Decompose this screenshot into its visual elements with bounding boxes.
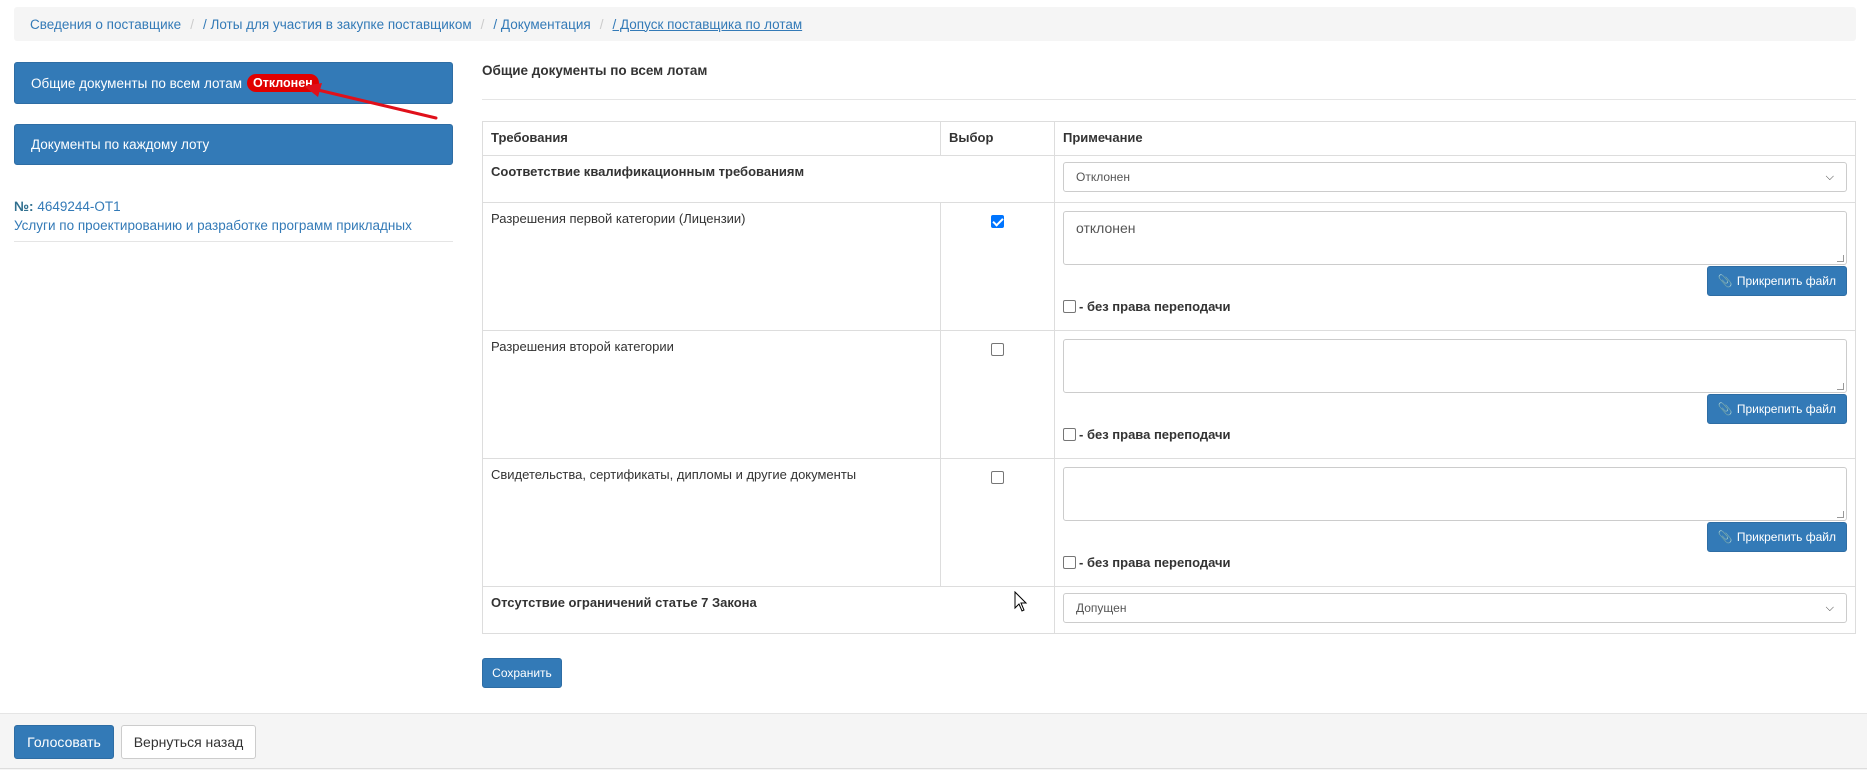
- breadcrumb-supplier-info[interactable]: Сведения о поставщике: [30, 17, 181, 32]
- header-note: Примечание: [1054, 121, 1856, 156]
- no-resubmission-option: - без права переподачи: [1063, 555, 1847, 570]
- back-button[interactable]: Вернуться назад: [121, 725, 256, 759]
- vote-button[interactable]: Голосовать: [14, 725, 114, 759]
- attach-file-label: Прикрепить файл: [1736, 530, 1836, 544]
- breadcrumb-documentation[interactable]: / Документация: [493, 17, 590, 32]
- choice-cell: [940, 458, 1055, 587]
- table-row: Отсутствие ограничений статье 7 Закона Д…: [482, 586, 1856, 634]
- breadcrumb-separator: /: [480, 16, 485, 32]
- status-select-value: Отклонен: [1076, 170, 1130, 184]
- requirements-table: Требования Выбор Примечание Соответствие…: [482, 121, 1856, 634]
- choice-cell: [940, 202, 1055, 331]
- note-cell: 📎 Прикрепить файл - без права переподачи: [1054, 330, 1856, 459]
- no-resubmission-checkbox[interactable]: [1063, 556, 1076, 569]
- note-textarea[interactable]: отклонен: [1063, 211, 1847, 265]
- no-resubmission-label: - без права переподачи: [1079, 555, 1231, 570]
- choice-checkbox[interactable]: [991, 343, 1004, 357]
- lot-title-link[interactable]: Услуги по проектированию и разработке пр…: [14, 218, 453, 233]
- mouse-cursor-icon: [1014, 591, 1028, 612]
- no-resubmission-label: - без права переподачи: [1079, 427, 1231, 442]
- requirement-group-label: Соответствие квалификационным требования…: [482, 155, 1055, 203]
- choice-checkbox[interactable]: [991, 215, 1004, 229]
- breadcrumb-supplier-admission[interactable]: / Допуск поставщика по лотам: [613, 17, 803, 32]
- lot-number-prefix: №:: [14, 199, 34, 214]
- status-select-value: Допущен: [1076, 601, 1127, 615]
- general-docs-label: Общие документы по всем лотам: [31, 75, 243, 91]
- breadcrumb-separator: /: [190, 16, 194, 32]
- no-resubmission-checkbox[interactable]: [1063, 300, 1076, 313]
- group-status-cell: Допущен ⌵: [1054, 586, 1856, 634]
- attach-file-button[interactable]: 📎 Прикрепить файл: [1706, 394, 1847, 424]
- requirement-group-label: Отсутствие ограничений статье 7 Закона: [482, 586, 1055, 634]
- status-select[interactable]: Допущен ⌵: [1063, 593, 1847, 623]
- breadcrumb-separator: /: [599, 16, 604, 32]
- paperclip-icon: 📎: [1717, 530, 1733, 544]
- breadcrumb-lots[interactable]: / Лоты для участия в закупке поставщиком: [203, 17, 472, 32]
- no-resubmission-checkbox[interactable]: [1063, 428, 1076, 441]
- no-resubmission-label: - без права переподачи: [1079, 299, 1231, 314]
- choice-cell: [940, 330, 1055, 459]
- no-resubmission-option: - без права переподачи: [1063, 427, 1847, 442]
- section-title: Общие документы по всем лотам: [482, 63, 708, 78]
- header-requirements: Требования: [482, 121, 941, 156]
- status-select[interactable]: Отклонен ⌵: [1063, 162, 1847, 192]
- requirement-label: Свидетельства, сертификаты, дипломы и др…: [482, 458, 941, 587]
- attach-file-label: Прикрепить файл: [1736, 274, 1836, 288]
- requirement-label: Разрешения первой категории (Лицензии): [482, 202, 941, 331]
- paperclip-icon: 📎: [1717, 402, 1733, 416]
- lot-number-line: №: 4649244-ОТ1: [14, 199, 453, 214]
- table-header-row: Требования Выбор Примечание: [482, 121, 1856, 156]
- footer-bar: [0, 713, 1867, 770]
- group-status-cell: Отклонен ⌵: [1054, 155, 1856, 203]
- no-resubmission-option: - без права переподачи: [1063, 299, 1847, 314]
- attach-file-button[interactable]: 📎 Прикрепить файл: [1706, 266, 1847, 296]
- note-textarea[interactable]: [1063, 467, 1847, 521]
- header-choice: Выбор: [940, 121, 1055, 156]
- note-textarea[interactable]: [1063, 339, 1847, 393]
- table-row: Разрешения второй категории 📎 Прикрепить…: [482, 330, 1856, 459]
- table-row: Разрешения первой категории (Лицензии) о…: [482, 202, 1856, 331]
- arrow-annotation: [304, 83, 438, 120]
- paperclip-icon: 📎: [1717, 274, 1733, 288]
- choice-checkbox[interactable]: [991, 471, 1004, 485]
- lot-info: №: 4649244-ОТ1 Услуги по проектированию …: [14, 199, 453, 242]
- note-cell: отклонен 📎 Прикрепить файл - без права п…: [1054, 202, 1856, 331]
- attach-file-button[interactable]: 📎 Прикрепить файл: [1706, 522, 1847, 552]
- attach-file-label: Прикрепить файл: [1736, 402, 1836, 416]
- table-row: Соответствие квалификационным требования…: [482, 155, 1856, 203]
- table-row: Свидетельства, сертификаты, дипломы и др…: [482, 458, 1856, 587]
- note-cell: 📎 Прикрепить файл - без права переподачи: [1054, 458, 1856, 587]
- divider: [482, 99, 1856, 100]
- per-lot-docs-button[interactable]: Документы по каждому лоту: [14, 124, 453, 165]
- chevron-down-icon: ⌵: [1825, 601, 1834, 614]
- lot-number: 4649244-ОТ1: [37, 199, 121, 214]
- breadcrumb: Сведения о поставщике / / Лоты для участ…: [14, 7, 1856, 41]
- divider: [0, 768, 1867, 769]
- save-button[interactable]: Сохранить: [482, 658, 562, 688]
- requirement-label: Разрешения второй категории: [482, 330, 941, 459]
- chevron-down-icon: ⌵: [1825, 170, 1834, 183]
